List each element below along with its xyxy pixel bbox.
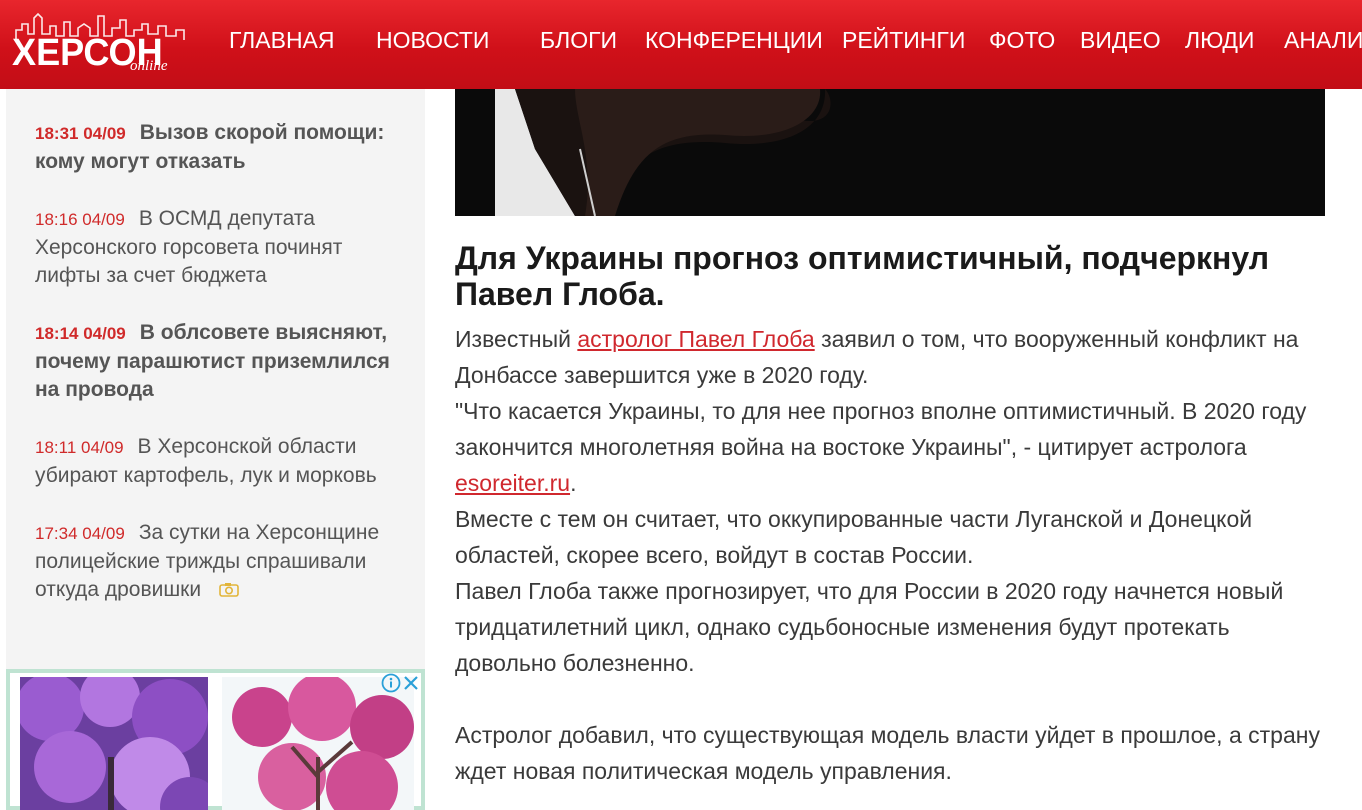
news-feed: 18:31 04/09 Вызов скорой помощи: кому мог… bbox=[35, 119, 410, 633]
astrologer-link[interactable]: астролог Павел Глоба bbox=[577, 326, 814, 352]
article-photo bbox=[455, 89, 1325, 216]
ad-image-blossom[interactable] bbox=[222, 677, 414, 810]
article-paragraph: "Что касается Украины, то для нее прогно… bbox=[455, 393, 1335, 501]
article-paragraph: Известный астролог Павел Глоба заявил о … bbox=[455, 321, 1335, 393]
info-icon[interactable] bbox=[381, 673, 401, 693]
main-nav: ГЛАВНАЯ НОВОСТИ БЛОГИ КОНФЕРЕНЦИИ РЕЙТИН… bbox=[0, 0, 1362, 89]
source-link[interactable]: esoreiter.ru bbox=[455, 470, 570, 496]
nav-item-news[interactable]: НОВОСТИ bbox=[376, 27, 489, 54]
article-paragraph: Вместе с тем он считает, что оккупирован… bbox=[455, 506, 1253, 568]
list-item[interactable]: 18:16 04/09 В ОСМД депутата Херсонского г… bbox=[35, 205, 410, 290]
nav-item-main[interactable]: ГЛАВНАЯ bbox=[229, 27, 335, 54]
list-item[interactable]: 18:11 04/09 В Херсонской области убирают … bbox=[35, 433, 410, 490]
nav-item-people[interactable]: ЛЮДИ bbox=[1185, 27, 1254, 54]
nav-item-conferences[interactable]: КОНФЕРЕНЦИИ bbox=[645, 27, 823, 54]
ad-image-jacaranda[interactable] bbox=[20, 677, 208, 810]
news-time: 18:11 04/09 bbox=[35, 438, 124, 457]
news-time: 17:34 04/09 bbox=[35, 524, 125, 543]
nav-item-video[interactable]: ВИДЕО bbox=[1080, 27, 1161, 54]
news-time: 18:16 04/09 bbox=[35, 210, 125, 229]
nav-item-photo[interactable]: ФОТО bbox=[989, 27, 1055, 54]
list-item[interactable]: 18:14 04/09 В облсовете выясняют, почему … bbox=[35, 319, 410, 404]
news-time: 18:31 04/09 bbox=[35, 124, 126, 143]
camera-icon bbox=[219, 583, 239, 597]
text: Известный bbox=[455, 326, 578, 352]
article-paragraph: Астролог добавил, что существующая модел… bbox=[455, 722, 1320, 784]
nav-item-blogs[interactable]: БЛОГИ bbox=[540, 27, 617, 54]
article-headline: Для Украины прогноз оптимистичный, подче… bbox=[455, 240, 1270, 312]
site-header: ХЕРСОН online ГЛАВНАЯ НОВОСТИ БЛОГИ КОНФ… bbox=[0, 0, 1362, 89]
ad-banner[interactable] bbox=[6, 669, 425, 810]
list-item[interactable]: 17:34 04/09 За сутки на Херсонщине полице… bbox=[35, 519, 410, 604]
article-paragraph: Павел Глоба также прогнозирует, что для … bbox=[455, 578, 1284, 676]
list-item[interactable]: 18:31 04/09 Вызов скорой помощи: кому мог… bbox=[35, 119, 410, 176]
nav-item-analytics[interactable]: АНАЛИ bbox=[1284, 27, 1362, 54]
close-icon[interactable] bbox=[401, 673, 421, 693]
text: . bbox=[570, 470, 577, 496]
news-time: 18:14 04/09 bbox=[35, 324, 126, 343]
article-body: Известный астролог Павел Глоба заявил о … bbox=[455, 321, 1335, 789]
news-sidebar: 18:31 04/09 Вызов скорой помощи: кому мог… bbox=[6, 89, 425, 810]
nav-item-ratings[interactable]: РЕЙТИНГИ bbox=[842, 27, 965, 54]
text: "Что касается Украины, то для нее прогно… bbox=[455, 398, 1307, 460]
